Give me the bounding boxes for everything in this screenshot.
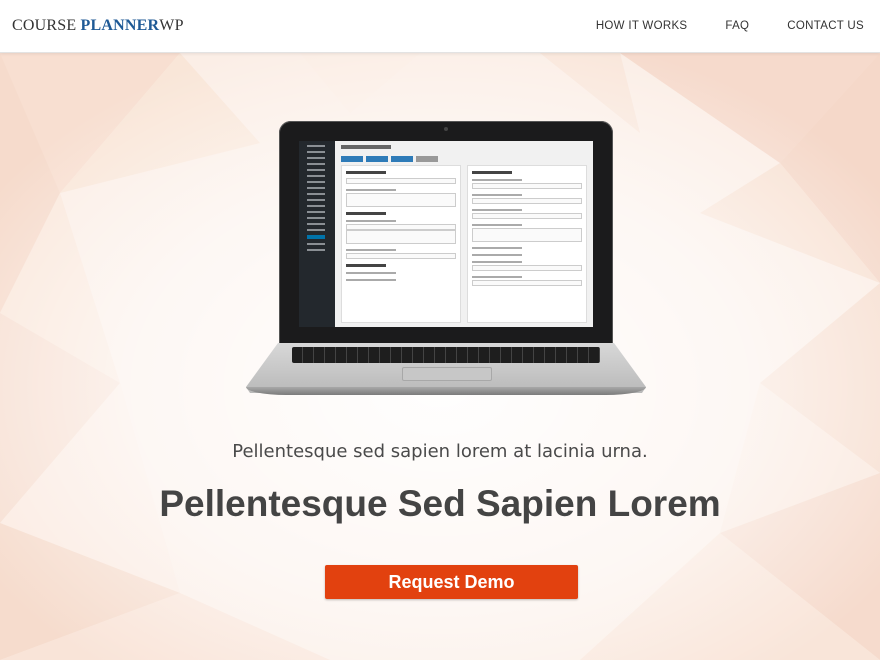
- logo-brand: PLANNER: [80, 17, 160, 34]
- nav-faq[interactable]: FAQ: [725, 20, 749, 32]
- laptop-mockup: [246, 121, 646, 397]
- laptop-trackpad: [402, 367, 492, 381]
- nav-how-it-works[interactable]: HOW IT WORKS: [596, 20, 688, 32]
- admin-sidebar-graphic: [299, 141, 335, 327]
- nav-contact-us[interactable]: CONTACT US: [787, 20, 864, 32]
- logo-prefix: COURSE: [12, 17, 81, 34]
- laptop-screen: [299, 141, 593, 327]
- laptop-keyboard: [292, 347, 600, 363]
- site-logo[interactable]: COURSE PLANNERWP: [12, 17, 184, 35]
- main-nav: HOW IT WORKS FAQ CONTACT US: [596, 20, 864, 32]
- hero-section: Pellentesque sed sapien lorem at lacinia…: [0, 53, 880, 660]
- hero-headline: Pellentesque Sed Sapien Lorem: [159, 483, 721, 524]
- logo-suffix: WP: [159, 17, 184, 34]
- admin-panel-graphic: [341, 145, 589, 325]
- hero-tagline: Pellentesque sed sapien lorem at lacinia…: [232, 441, 648, 462]
- request-demo-button[interactable]: Request Demo: [325, 565, 578, 599]
- site-header: COURSE PLANNERWP HOW IT WORKS FAQ CONTAC…: [0, 0, 880, 53]
- laptop-base-edge: [246, 387, 646, 395]
- laptop-lid: [279, 121, 613, 347]
- camera-dot: [444, 127, 448, 131]
